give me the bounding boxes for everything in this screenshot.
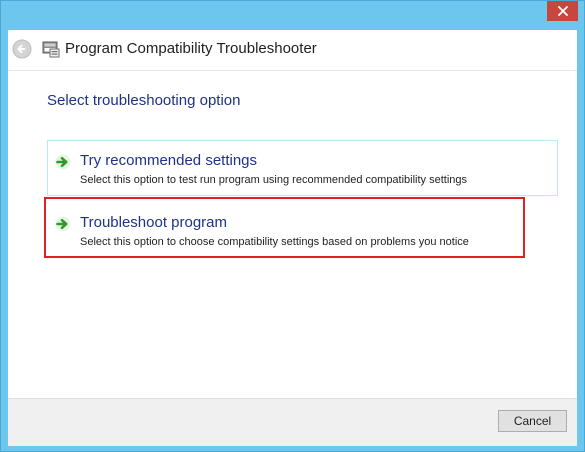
troubleshooter-app-icon <box>42 41 60 58</box>
dialog-footer: Cancel <box>8 398 577 446</box>
back-arrow-icon[interactable] <box>12 39 32 59</box>
cancel-button[interactable]: Cancel <box>498 410 567 432</box>
green-arrow-icon <box>55 154 71 170</box>
window-frame: Program Compatibility Troubleshooter Sel… <box>0 0 585 452</box>
close-icon <box>557 6 568 16</box>
option-description: Select this option to test run program u… <box>80 174 468 186</box>
window-title: Program Compatibility Troubleshooter <box>65 40 317 57</box>
option-title: Try recommended settings <box>80 152 258 169</box>
dialog-content: Program Compatibility Troubleshooter Sel… <box>8 30 577 446</box>
highlight-box <box>44 197 525 258</box>
option-try-recommended-settings[interactable]: Try recommended settings Select this opt… <box>47 140 558 196</box>
dialog-header: Program Compatibility Troubleshooter <box>8 30 577 70</box>
header-divider <box>8 70 577 71</box>
close-button[interactable] <box>547 1 578 21</box>
page-heading: Select troubleshooting option <box>47 92 241 109</box>
